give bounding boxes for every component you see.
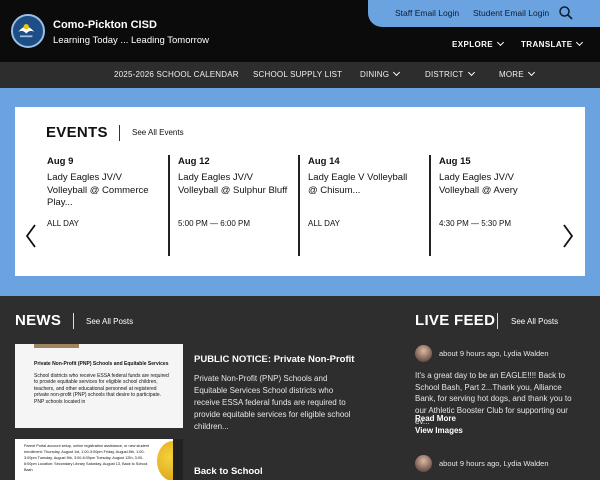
news-heading-divider [73,313,74,329]
events-heading: EVENTS [46,124,108,141]
event-date: Aug 15 [439,156,471,167]
avatar [415,455,432,472]
news-heading: NEWS [15,312,62,329]
events-card: EVENTS See All Events Aug 9 Lady Eagles … [15,107,585,276]
event-date: Aug 12 [178,156,210,167]
news-thumbnail[interactable]: Private Non-Profit (PNP) Schools and Equ… [15,344,183,428]
nav-item-dining-label: DINING [360,70,390,79]
event-item[interactable]: Aug 15 Lady Eagles JV/V Volleyball @ Ave… [439,156,549,228]
chevron-down-icon [576,38,584,47]
nav-item-supply-list[interactable]: SCHOOL SUPPLY LIST [253,70,342,79]
site-header: Staff Email Login Student Email Login Co… [0,0,600,62]
event-date: Aug 14 [308,156,340,167]
news-post-excerpt: Private Non-Profit (PNP) Schools and Equ… [194,374,351,431]
thumbnail-heading: Private Non-Profit (PNP) Schools and Equ… [34,361,169,367]
translate-label: TRANSLATE [521,40,573,49]
event-divider [168,155,170,256]
nav-item-dining[interactable]: DINING [360,68,401,79]
explore-label: EXPLORE [452,40,494,49]
site-tagline: Learning Today ... Leading Tomorrow [53,35,209,46]
chevron-down-icon [393,68,401,77]
thumbnail-text: Parent Portal account setup, online regi… [24,444,149,472]
news-post-title[interactable]: Back to School [194,466,263,477]
nav-item-calendar[interactable]: 2025-2026 SCHOOL CALENDAR [114,70,239,79]
event-time: 5:00 PM — 6:00 PM [178,219,251,228]
event-time: ALL DAY [47,219,80,228]
translate-menu[interactable]: TRANSLATE [521,38,584,49]
see-all-news-link[interactable]: See All Posts [86,317,133,326]
staff-email-link[interactable]: Staff Email Login [395,8,459,18]
news-post-title[interactable]: PUBLIC NOTICE: Private Non-Profit [194,354,354,365]
thumbnail-text: School districts who receive ESSA federa… [34,372,169,405]
thumbnail-accent [34,344,79,348]
news-thumbnail[interactable]: Parent Portal account setup, online regi… [15,439,183,480]
chevron-down-icon [527,68,535,77]
live-feed-heading: LIVE FEED [415,312,496,329]
event-divider [429,155,431,256]
events-heading-divider [119,125,120,141]
event-date: Aug 9 [47,156,74,167]
event-time: 4:30 PM — 5:30 PM [439,219,512,228]
nav-item-district-label: DISTRICT [425,70,464,79]
event-name: Lady Eagles JV/V Volleyball @ Avery [439,172,518,196]
chevron-down-icon [496,38,505,47]
site-title[interactable]: Como-Pickton CISD [53,19,157,31]
chevron-down-icon [467,68,475,77]
view-images-link[interactable]: View Images [415,426,463,435]
nav-item-more-label: MORE [499,70,524,79]
search-icon[interactable] [558,5,574,21]
see-all-feed-link[interactable]: See All Posts [511,317,558,326]
see-all-events-link[interactable]: See All Events [132,128,184,137]
event-item[interactable]: Aug 12 Lady Eagles JV/V Volleyball @ Sul… [178,156,288,228]
event-time: ALL DAY [308,219,341,228]
event-name: Lady Eagles JV/V Volleyball @ Commerce P… [47,172,149,208]
event-divider [298,155,300,256]
nav-item-more[interactable]: MORE [499,68,535,79]
avatar [415,345,432,362]
event-name: Lady Eagles JV/V Volleyball @ Sulphur Bl… [178,172,288,196]
event-item[interactable]: Aug 14 Lady Eagle V Volleyball @ Chisum.… [308,156,418,228]
student-email-link[interactable]: Student Email Login [473,8,549,18]
previous-arrow-icon[interactable] [25,223,37,249]
feed-meta: about 9 hours ago, Lydia Walden [439,459,549,468]
event-name: Lady Eagle V Volleyball @ Chisum... [308,172,408,196]
utility-bar: Staff Email Login Student Email Login [368,0,600,27]
read-more-link[interactable]: Read More [415,414,456,423]
feed-meta: about 9 hours ago, Lydia Walden [439,349,549,358]
live-feed-heading-divider [497,313,498,329]
nav-item-district[interactable]: DISTRICT [425,68,475,79]
next-arrow-icon[interactable] [562,223,574,249]
event-item[interactable]: Aug 9 Lady Eagles JV/V Volleyball @ Comm… [47,156,157,228]
school-logo[interactable] [11,14,45,48]
main-nav: 2025-2026 SCHOOL CALENDAR SCHOOL SUPPLY … [0,62,600,88]
events-section: EVENTS See All Events Aug 9 Lady Eagles … [0,88,600,296]
thumbnail-edge [173,439,183,480]
explore-menu[interactable]: EXPLORE [452,38,505,49]
